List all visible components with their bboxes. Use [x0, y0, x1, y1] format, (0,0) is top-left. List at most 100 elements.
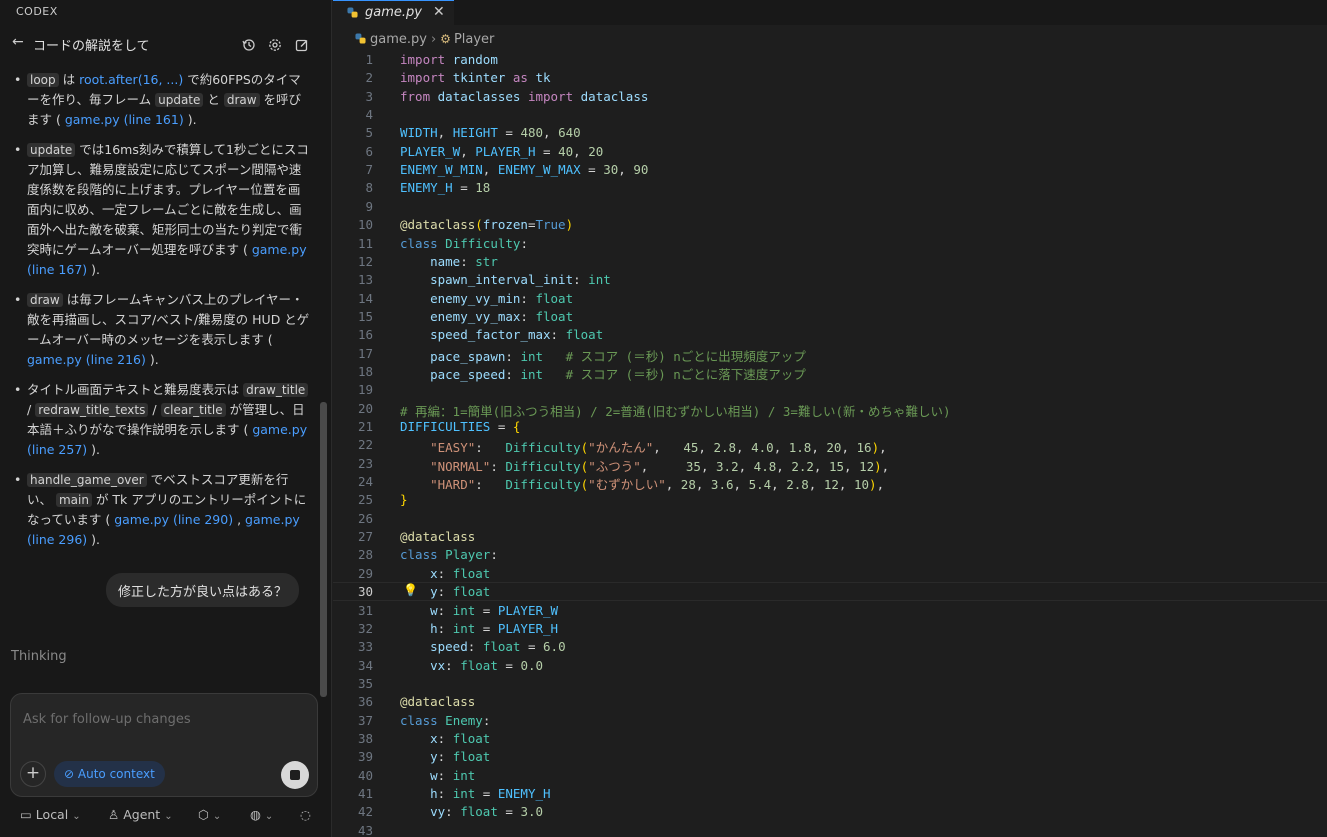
tab-game-py[interactable]: game.py ✕	[333, 0, 454, 25]
code-token: 28	[680, 477, 696, 493]
code-token: :	[437, 602, 453, 618]
code-line[interactable]: spawn_interval_init: int	[400, 272, 611, 287]
breadcrumb-file[interactable]: game.py	[370, 32, 427, 47]
code-line[interactable]: class Difficulty:	[400, 236, 528, 251]
code-line[interactable]: "HARD": Difficulty("むずかしい", 28, 3.6, 5.4…	[400, 474, 884, 493]
code-line[interactable]: "NORMAL": Difficulty("ふつう", 35, 3.2, 4.8…	[400, 456, 889, 475]
code-line[interactable]: h: int = PLAYER_H	[400, 621, 558, 636]
model-selector[interactable]: ⬡ ⌄	[198, 807, 221, 822]
code-token: 2.8	[713, 440, 737, 456]
line-number: 27	[357, 529, 373, 545]
code-area[interactable]: 💡 1 import random 2 import tkinter as tk 3 fr…	[333, 50, 1327, 837]
code-line[interactable]: PLAYER_W, PLAYER_H = 40, 20	[400, 144, 603, 159]
code-token: int	[520, 348, 544, 364]
code-line[interactable]: from dataclasses import dataclass	[400, 89, 648, 104]
auto-context-label: Auto context	[77, 767, 155, 781]
panel-title: CODEX	[16, 5, 58, 18]
code-token: ENEMY_H	[400, 180, 453, 196]
code-line[interactable]: @dataclass	[400, 529, 475, 544]
inline-code: redraw_title_texts	[35, 403, 149, 417]
code-line[interactable]: enemy_vy_max: float	[400, 309, 573, 324]
code-line[interactable]: y: float	[400, 749, 490, 764]
code-line[interactable]: x: float	[400, 566, 490, 581]
line-number: 23	[357, 455, 373, 471]
code-line[interactable]: name: str	[400, 254, 498, 269]
code-line[interactable]: ENEMY_H = 18	[400, 180, 490, 195]
code-token: int	[520, 366, 544, 382]
code-line[interactable]: WIDTH, HEIGHT = 480, 640	[400, 125, 581, 140]
code-line[interactable]: speed_factor_max: float	[400, 327, 603, 342]
code-line[interactable]: w: int = PLAYER_W	[400, 603, 558, 618]
code-token: :	[490, 547, 498, 563]
local-selector[interactable]: ▭ Local ⌄	[20, 807, 81, 822]
composer[interactable]: Ask for follow-up changes + ⊘ Auto conte…	[10, 693, 318, 797]
code-line[interactable]: import tkinter as tk	[400, 70, 551, 85]
add-attachment-button[interactable]: +	[20, 761, 46, 787]
code-line[interactable]: vy: float = 3.0	[400, 804, 543, 819]
code-line[interactable]: speed: float = 6.0	[400, 639, 566, 654]
code-line[interactable]: class Player:	[400, 547, 498, 562]
code-line[interactable]: }	[400, 492, 408, 507]
code-line[interactable]: vx: float = 0.0	[400, 658, 543, 673]
more-icon[interactable]: ◌	[300, 807, 311, 822]
file-link[interactable]: game.py (line 290)	[114, 512, 233, 527]
code-line[interactable]: ENEMY_W_MIN, ENEMY_W_MAX = 30, 90	[400, 162, 648, 177]
code-token: @dataclass	[400, 529, 476, 545]
code-token: ,	[811, 440, 827, 456]
code-line[interactable]: # 再編：1=簡単(旧ふつう相当) / 2=普通(旧むずかしい相当) / 3=難…	[400, 401, 951, 420]
auto-context-button[interactable]: ⊘ Auto context	[54, 761, 165, 787]
text-run: ).	[145, 352, 159, 367]
code-token: tkinter	[452, 70, 506, 86]
back-arrow-icon[interactable]: ←	[12, 34, 24, 50]
code-token: vy	[430, 804, 446, 820]
breadcrumb-symbol[interactable]: Player	[454, 32, 494, 47]
code-token: :	[505, 348, 521, 364]
code-line[interactable]: "EASY": Difficulty("かんたん", 45, 2.8, 4.0,…	[400, 437, 887, 456]
code-line[interactable]: class Enemy:	[400, 713, 490, 728]
code-line[interactable]: enemy_vy_min: float	[400, 291, 573, 306]
history-icon[interactable]	[242, 37, 256, 56]
follow-up-input[interactable]: Ask for follow-up changes	[23, 712, 191, 727]
file-link[interactable]: root.after(16, ...)	[79, 72, 183, 87]
file-link[interactable]: game.py (line 161)	[65, 112, 184, 127]
code-token: :	[437, 749, 453, 765]
code-line[interactable]: @dataclass	[400, 694, 475, 709]
code-line[interactable]: DIFFICULTIES = {	[400, 419, 520, 434]
code-token: 20	[826, 440, 842, 456]
new-chat-icon[interactable]	[295, 37, 309, 56]
close-icon[interactable]: ✕	[433, 4, 445, 20]
file-link[interactable]: game.py (line 216)	[27, 352, 146, 367]
scrollbar[interactable]	[320, 402, 327, 697]
stop-button[interactable]	[281, 761, 309, 789]
code-token: frozen	[482, 217, 528, 233]
text-run: は	[58, 72, 80, 87]
line-number: 26	[357, 510, 373, 526]
code-line[interactable]: w: int	[400, 768, 475, 783]
code-line[interactable]: y: float	[400, 584, 490, 599]
code-token: PLAYER_H	[497, 620, 559, 636]
code-line[interactable]: x: float	[400, 731, 490, 746]
code-line[interactable]: import random	[400, 52, 498, 67]
code-line[interactable]: @dataclass(frozen=True)	[400, 217, 573, 232]
line-number: 8	[365, 180, 373, 196]
code-token: :	[482, 712, 491, 728]
code-token: ,	[879, 440, 887, 456]
agent-selector[interactable]: ♙ Agent ⌄	[108, 807, 173, 822]
inline-code: handle_game_over	[27, 473, 147, 487]
stop-icon	[290, 770, 300, 780]
code-line[interactable]: pace_spawn: int # スコア (＝秒) nごとに出現頻度アップ	[400, 346, 806, 365]
line-number: 10	[357, 217, 373, 233]
code-token: ,	[771, 477, 787, 493]
code-token: :	[437, 620, 453, 636]
code-token: :	[475, 440, 506, 456]
reasoning-selector[interactable]: ◍ ⌄	[250, 807, 273, 822]
code-line[interactable]: pace_speed: int # スコア (＝秒) nごとに落下速度アップ	[400, 364, 806, 383]
code-line[interactable]: h: int = ENEMY_H	[400, 786, 550, 801]
code-token: =	[497, 657, 521, 673]
gear-icon[interactable]	[268, 37, 282, 56]
line-number: 18	[357, 363, 373, 379]
code-token: WIDTH	[400, 125, 438, 141]
code-token: # 再編：1=簡単(旧ふつう相当) / 2=普通(旧むずかしい相当) / 3=難…	[400, 403, 951, 419]
